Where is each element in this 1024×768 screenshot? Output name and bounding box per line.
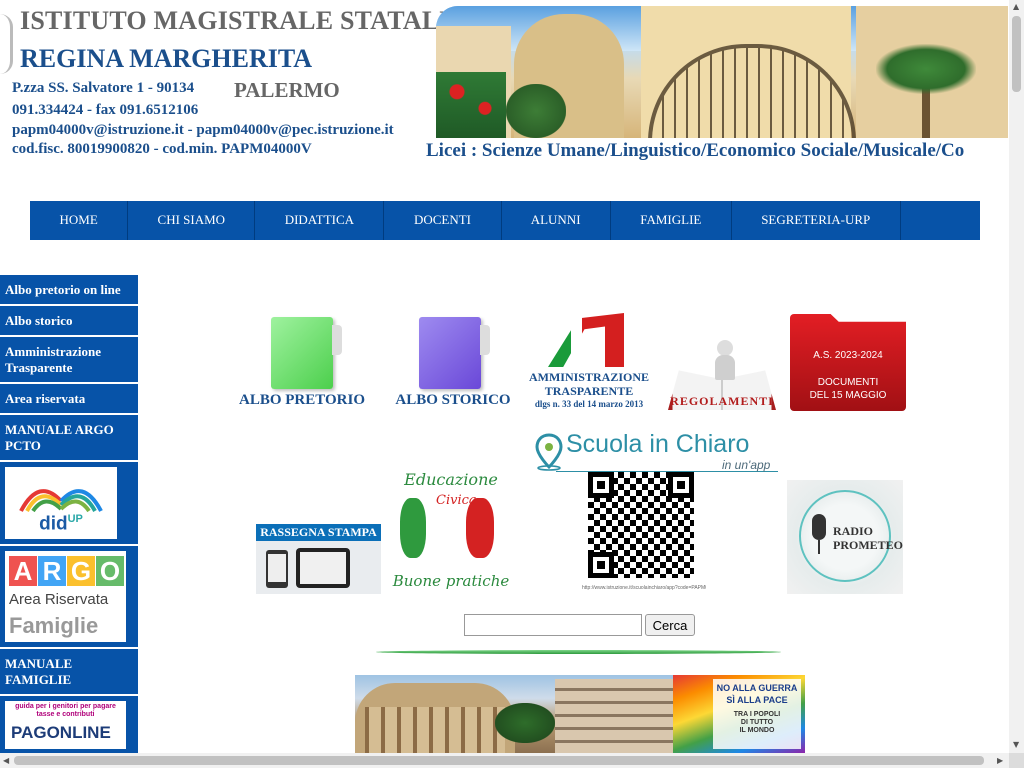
- argo-famiglie-label: Famiglie: [9, 613, 99, 638]
- albo-pretorio-label: ALBO PRETORIO: [239, 392, 365, 408]
- figure-icon: [713, 340, 737, 380]
- dlgs-label: dlgs n. 33 del 14 marzo 2013: [534, 399, 644, 409]
- green-divider: [376, 650, 781, 654]
- scuola-in-chiaro-subtitle: in un'app: [722, 458, 771, 472]
- sidebar-link-albo-pretorio[interactable]: Albo pretorio on line: [0, 275, 138, 306]
- argo-famiglie-banner[interactable]: A R G O Area Riservata Famiglie: [0, 546, 138, 649]
- scrollbar-corner: [1009, 753, 1024, 768]
- amministrazione-label: AMMINISTRAZIONE: [528, 370, 649, 384]
- qr-code-url: http://www.istruzione.it/scuolainchiaro/…: [582, 585, 706, 591]
- vertical-scroll-thumb[interactable]: [1012, 16, 1021, 92]
- educazione-civica-tile[interactable]: Educazione Civica Buone pratiche: [392, 468, 510, 594]
- school-title-line2: REGINA MARGHERITA: [20, 44, 313, 73]
- pagonline-caption: guida per i genitori per pagare tasse e …: [15, 703, 116, 718]
- green-brush-icon: [400, 498, 426, 558]
- horizontal-scroll-thumb[interactable]: [14, 756, 984, 765]
- civica-label: Civica: [436, 493, 477, 508]
- peace-small3: IL MONDO: [739, 727, 775, 734]
- documenti-date-label: DEL 15 MAGGIO: [809, 390, 887, 401]
- nav-item-docenti[interactable]: DOCENTI: [384, 201, 502, 240]
- green-folder-icon: [271, 317, 342, 389]
- main-navigation: HOME CHI SIAMO DIDATTICA DOCENTI ALUNNI FAMIG…: [30, 201, 980, 240]
- scuola-in-chiaro-link[interactable]: Scuola in Chiaro: [566, 430, 749, 459]
- rassegna-stampa-tile[interactable]: RASSEGNA STAMPA: [256, 524, 381, 594]
- sidebar: Albo pretorio on line Albo storico Ammin…: [0, 275, 138, 756]
- sidebar-link-amministrazione-trasparente[interactable]: Amministrazione Trasparente: [0, 337, 138, 384]
- documenti-label: DOCUMENTI: [817, 377, 879, 388]
- horizontal-scrollbar[interactable]: ◀ ▶: [0, 753, 1009, 768]
- didup-label: didUP: [39, 512, 83, 534]
- scroll-up-icon[interactable]: ▲: [1013, 3, 1019, 11]
- educazione-label: Educazione: [404, 470, 498, 489]
- school-phone: 091.334424 - fax 091.6512106: [12, 102, 199, 118]
- albo-pretorio-tile[interactable]: ALBO PRETORIO: [236, 312, 368, 412]
- albo-storico-label: ALBO STORICO: [395, 392, 511, 408]
- pagonline-logo: guida per i genitori per pagare tasse e …: [5, 701, 126, 749]
- didup-logo: didUP: [5, 467, 117, 539]
- argo-letter: O: [96, 556, 124, 586]
- search-button[interactable]: Cerca: [645, 614, 695, 636]
- rassegna-stampa-label: RASSEGNA STAMPA: [256, 524, 381, 541]
- didup-book-icon: [19, 489, 103, 513]
- school-address: P.zza SS. Salvatore 1 - 90134: [12, 80, 195, 96]
- search-input[interactable]: [464, 614, 642, 636]
- school-crest-icon: [0, 14, 13, 74]
- licei-subtitle: Licei : Scienze Umane/Linguistico/Econom…: [426, 140, 965, 161]
- nav-item-chi-siamo[interactable]: CHI SIAMO: [128, 201, 256, 240]
- smartphone-icon: [266, 550, 288, 588]
- tablet-icon: [296, 548, 350, 588]
- radio-label: RADIO: [833, 524, 874, 538]
- argo-logo: A R G O Area Riservata Famiglie: [5, 551, 126, 642]
- albo-storico-tile[interactable]: ALBO STORICO: [390, 312, 516, 412]
- nav-item-alunni[interactable]: ALUNNI: [502, 201, 611, 240]
- nav-item-segreteria-urp[interactable]: SEGRETERIA-URP: [732, 201, 901, 240]
- argo-letter: G: [67, 556, 95, 586]
- scroll-right-icon[interactable]: ▶: [997, 757, 1003, 765]
- peace-banner[interactable]: NO ALLA GUERRA SÌ ALLA PACE TRA I POPOLI…: [673, 675, 805, 753]
- peace-small2: DI TUTTO: [740, 719, 774, 726]
- sidebar-link-manuale-argo-pcto[interactable]: MANUALE ARGO PCTO: [0, 415, 138, 462]
- header-school-photo: [436, 6, 1008, 138]
- microphone-icon: [812, 514, 826, 540]
- argo-letter: A: [9, 556, 37, 586]
- school-fiscal-codes: cod.fisc. 80019900820 - cod.min. PAPM040…: [12, 141, 312, 157]
- regolamenti-label: REGOLAMENTI: [670, 394, 774, 408]
- didup-banner[interactable]: didUP: [0, 462, 138, 546]
- qr-code-icon[interactable]: [588, 472, 694, 578]
- trasparente-label: TRASPARENTE: [544, 384, 634, 398]
- vertical-scrollbar[interactable]: ▲ ▼: [1009, 0, 1024, 753]
- scroll-left-icon[interactable]: ◀: [3, 757, 9, 765]
- nav-item-didattica[interactable]: DIDATTICA: [255, 201, 385, 240]
- school-emails: papm04000v@istruzione.it - papm04000v@pe…: [12, 122, 394, 138]
- school-city: PALERMO: [234, 78, 340, 102]
- palermo-photo-banner[interactable]: [355, 675, 673, 753]
- pagonline-label: PAGONLINE: [11, 723, 111, 742]
- pagonline-banner[interactable]: guida per i genitori per pagare tasse e …: [0, 696, 138, 756]
- purple-folder-icon: [419, 317, 490, 389]
- peace-line1: NO ALLA GUERRA: [716, 683, 798, 693]
- buone-pratiche-label: Buone pratiche: [392, 572, 510, 590]
- nav-item-home[interactable]: HOME: [30, 201, 129, 240]
- site-header: ISTITUTO MAGISTRALE STATALE REGINA MARGH…: [0, 0, 1010, 170]
- prometeo-label: PROMETEO: [833, 538, 904, 552]
- sidebar-link-area-riservata[interactable]: Area riservata: [0, 384, 138, 415]
- peace-small1: TRA I POPOLI: [733, 711, 781, 718]
- peace-line2: SÌ ALLA PACE: [726, 695, 788, 705]
- map-pin-icon: [535, 433, 563, 471]
- radio-prometeo-tile[interactable]: RADIO PROMETEO: [787, 480, 903, 594]
- school-title-line1: ISTITUTO MAGISTRALE STATALE: [20, 6, 457, 35]
- nav-item-famiglie[interactable]: FAMIGLIE: [611, 201, 732, 240]
- argo-letter: R: [38, 556, 66, 586]
- documenti-year-label: A.S. 2023-2024: [813, 350, 883, 361]
- sidebar-link-albo-storico[interactable]: Albo storico: [0, 306, 138, 337]
- sidebar-link-manuale-famiglie[interactable]: MANUALE FAMIGLIE: [0, 649, 138, 696]
- argo-subtitle: Area Riservata: [9, 591, 109, 608]
- nav-item-empty: [901, 201, 980, 240]
- scroll-down-icon[interactable]: ▼: [1013, 741, 1019, 749]
